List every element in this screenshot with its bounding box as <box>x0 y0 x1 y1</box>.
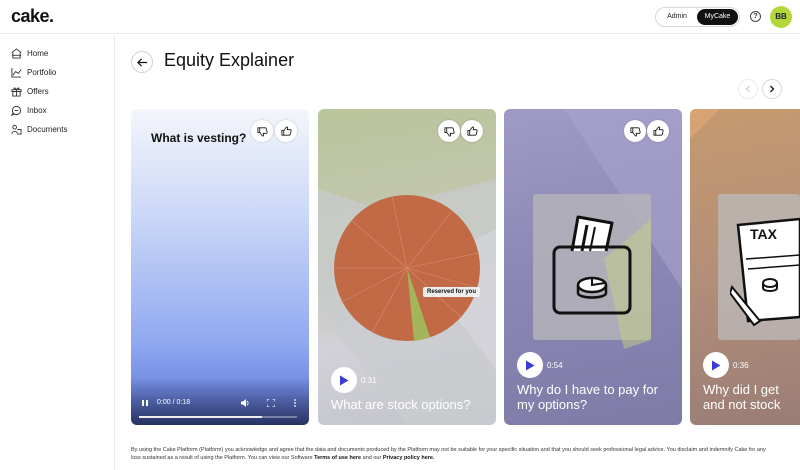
thumbs-up-icon <box>281 126 292 136</box>
thumbs-up-button[interactable] <box>461 120 483 142</box>
card-title: What are stock options? <box>331 397 471 412</box>
video-card-stock-options[interactable]: Reserved for you 0:31 What are stock opt… <box>318 109 496 425</box>
tax-label: TAX <box>750 226 777 242</box>
play-button[interactable] <box>331 367 357 393</box>
carousel-next-button[interactable] <box>762 79 782 99</box>
more-options-icon[interactable] <box>293 399 297 407</box>
avatar[interactable]: BB <box>770 6 792 28</box>
sidebar-item-label: Offers <box>27 86 49 96</box>
video-duration: 0:31 <box>361 376 377 385</box>
card-heading: What is vesting? <box>151 131 247 145</box>
reserved-tag: Reserved for you <box>423 287 481 297</box>
card-title-line-1: Why do I have to pay for <box>517 382 658 397</box>
thumbs-up-icon <box>467 126 478 136</box>
play-button[interactable] <box>517 352 543 378</box>
volume-icon[interactable] <box>241 399 250 407</box>
cake-logo[interactable]: cake. <box>11 6 54 27</box>
video-controls: 0:00 / 0:18 <box>131 377 309 425</box>
thumbs-down-icon <box>444 126 455 136</box>
mycake-toggle-option[interactable]: MyCake <box>697 9 738 25</box>
chat-icon <box>11 105 22 116</box>
thumbs-down-button[interactable] <box>438 120 460 142</box>
wallet-illustration <box>552 215 632 315</box>
sidebar-item-home[interactable]: Home <box>11 46 48 60</box>
carousel-prev-button[interactable] <box>738 79 758 99</box>
video-time: 0:00 / 0:18 <box>157 399 191 406</box>
sidebar-item-offers[interactable]: Offers <box>11 84 49 98</box>
top-bar: cake. Admin MyCake ? BB <box>0 0 800 34</box>
back-button[interactable] <box>131 51 153 73</box>
sidebar-item-label: Portfolio <box>27 67 57 77</box>
sidebar-item-label: Documents <box>27 124 68 134</box>
chevron-left-icon <box>745 85 750 93</box>
thumbs-up-button[interactable] <box>647 120 669 142</box>
pause-icon[interactable] <box>141 399 149 407</box>
thumbs-down-icon <box>630 126 641 136</box>
card-title-line-2: my options? <box>517 397 588 412</box>
video-progress-bar[interactable] <box>139 416 297 418</box>
sidebar-item-documents[interactable]: Documents <box>11 122 67 136</box>
card-title-line-2: and not stock <box>703 397 781 412</box>
documents-icon <box>11 124 22 135</box>
privacy-link[interactable]: Privacy policy here. <box>383 455 435 461</box>
chart-icon <box>11 67 22 78</box>
video-card-vesting[interactable]: What is vesting? 0:00 / 0:18 <box>131 109 309 425</box>
sidebar: Home Portfolio Offers Inbox Documents <box>0 35 115 470</box>
role-toggle[interactable]: Admin MyCake <box>655 7 740 27</box>
sidebar-item-label: Inbox <box>27 105 47 115</box>
video-progress-fill <box>139 416 263 418</box>
gift-icon <box>11 86 22 97</box>
chevron-right-icon <box>770 85 775 93</box>
sidebar-item-label: Home <box>27 48 49 58</box>
video-card-pay-for-options[interactable]: 0:54 Why do I have to pay for my options… <box>504 109 682 425</box>
thumbs-down-button[interactable] <box>251 120 273 142</box>
main-content: Equity Explainer What is vesting? 0:00 /… <box>116 35 800 470</box>
help-icon[interactable]: ? <box>750 11 761 22</box>
play-button[interactable] <box>703 352 729 378</box>
legal-disclaimer: By using the Cake Platform (Platform) yo… <box>131 446 771 462</box>
sidebar-item-inbox[interactable]: Inbox <box>11 103 47 117</box>
video-duration: 0:54 <box>547 361 563 370</box>
fullscreen-icon[interactable] <box>267 399 275 407</box>
sidebar-item-portfolio[interactable]: Portfolio <box>11 65 56 79</box>
admin-toggle-option[interactable]: Admin <box>658 9 696 25</box>
thumbs-up-icon <box>653 126 664 136</box>
page-title: Equity Explainer <box>164 50 295 70</box>
play-icon <box>526 360 535 370</box>
disclaimer-text: By using the Cake Platform (Platform) yo… <box>131 447 766 461</box>
thumbs-down-button[interactable] <box>624 120 646 142</box>
play-icon <box>340 375 349 385</box>
video-card-tax[interactable]: TAX 0:36 Why did I get and not stock <box>690 109 800 425</box>
thumbs-down-icon <box>257 126 268 136</box>
terms-link[interactable]: Terms of use here <box>314 455 361 461</box>
card-title-line-1: Why did I get <box>703 382 779 397</box>
thumbs-up-button[interactable] <box>275 120 297 142</box>
arrow-left-icon <box>136 57 147 67</box>
play-icon <box>712 360 721 370</box>
home-icon <box>11 47 22 59</box>
video-duration: 0:36 <box>733 361 749 370</box>
pie-chart-illustration <box>334 195 480 341</box>
disclaimer-and: and our <box>361 455 383 461</box>
